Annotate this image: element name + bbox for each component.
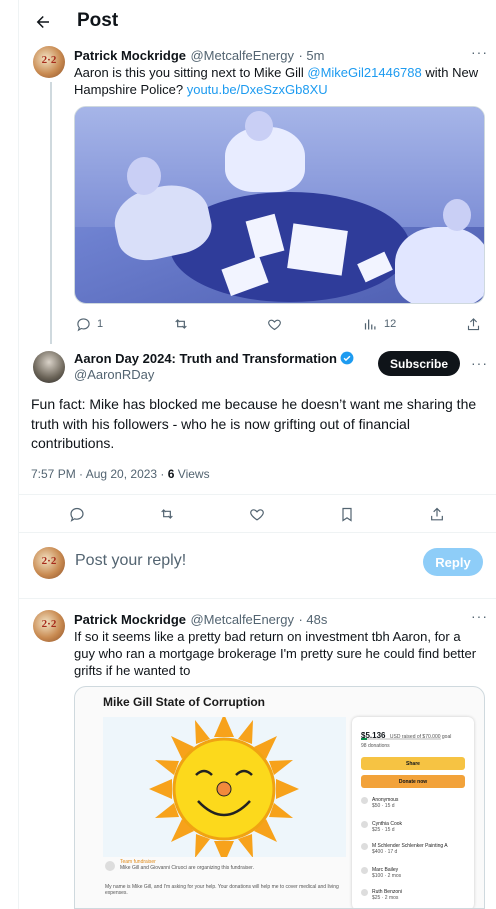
- more-options-icon[interactable]: ···: [471, 608, 488, 624]
- reply-action[interactable]: 1: [75, 316, 103, 332]
- tweet-image[interactable]: Mike Gill State of Corruption Team fundr…: [74, 686, 485, 909]
- author-handle[interactable]: @AaronRDay: [74, 367, 154, 382]
- donor-row: Cynthia Cook $25 · 15 d: [361, 821, 402, 833]
- views-label: Views: [174, 467, 210, 481]
- share-action[interactable]: [465, 316, 481, 332]
- repost-action[interactable]: [173, 316, 189, 332]
- reply-icon: [69, 506, 85, 522]
- thread-line: [50, 82, 52, 344]
- organizer-block: Team fundraiser Mike Gill and Giovanni C…: [105, 859, 343, 896]
- avatar: 2·2: [33, 547, 65, 579]
- more-options-icon[interactable]: ···: [471, 44, 488, 60]
- tweet-header: Patrick Mockridge @MetcalfeEnergy · 5m: [74, 47, 324, 65]
- repost-icon: [159, 506, 175, 522]
- donation-card: $5,136 USD raised of $70,000 goal 98 don…: [352, 717, 474, 908]
- author-name-row: Aaron Day 2024: Truth and Transformation: [74, 350, 354, 368]
- tweet-image[interactable]: [74, 106, 485, 304]
- share-action[interactable]: [429, 506, 445, 522]
- share-fundraiser-button[interactable]: Share: [361, 757, 465, 770]
- tweet-text: Aaron is this you sitting next to Mike G…: [74, 65, 479, 97]
- heart-icon: [249, 506, 265, 522]
- views-count: 12: [384, 318, 397, 330]
- donor-row: Anonymous $50 · 15 d: [361, 797, 398, 809]
- repost-icon: [173, 316, 189, 332]
- share-icon: [465, 316, 481, 332]
- verified-badge-icon[interactable]: [340, 351, 354, 365]
- progress-fill: [361, 738, 368, 740]
- post-timestamp[interactable]: 7:57 PM · Aug 20, 2023 ·: [31, 467, 168, 481]
- avatar[interactable]: 2·2: [33, 610, 65, 642]
- share-icon: [429, 506, 445, 522]
- progress-bar: [361, 738, 441, 740]
- divider: [19, 532, 496, 533]
- post-time[interactable]: · 48s: [298, 612, 327, 627]
- heart-icon: [266, 316, 282, 332]
- page-title: Post: [77, 10, 119, 31]
- fundraiser-title: Mike Gill State of Corruption: [103, 695, 266, 709]
- image-person-head: [245, 111, 273, 141]
- post-text: Fun fact: Mike has blocked me because he…: [31, 396, 477, 451]
- tweet-header: Patrick Mockridge @MetcalfeEnergy · 48s: [74, 611, 327, 629]
- reply-action[interactable]: [69, 506, 85, 522]
- bookmark-icon: [339, 506, 355, 522]
- post-time[interactable]: · 5m: [298, 48, 324, 63]
- organizer-avatar: [105, 861, 115, 871]
- page-header: Post: [19, 0, 496, 44]
- image-person-head: [443, 199, 471, 231]
- donate-button[interactable]: Donate now: [361, 775, 465, 788]
- reply-button[interactable]: Reply: [423, 548, 483, 576]
- reply-icon: [75, 316, 91, 332]
- author-handle[interactable]: @MetcalfeEnergy: [190, 48, 294, 63]
- avatar[interactable]: 2·2: [33, 46, 65, 78]
- divider: [19, 494, 496, 495]
- tweet-text: If so it seems like a pretty bad return …: [74, 629, 477, 678]
- repost-action[interactable]: [159, 506, 175, 522]
- donor-row: Ruth Benzoni $25 · 2 mos: [361, 889, 402, 901]
- reply-count: 1: [97, 318, 104, 330]
- like-action[interactable]: [266, 316, 282, 332]
- subscribe-button[interactable]: Subscribe: [378, 351, 460, 376]
- donor-row: M Schlender Schlenker Painting A $400 · 1…: [361, 843, 448, 855]
- reply-input[interactable]: Post your reply!: [75, 552, 186, 570]
- sun-illustration: [103, 714, 346, 864]
- back-arrow-icon[interactable]: [31, 10, 55, 34]
- donation-count: 98 donations: [361, 743, 390, 749]
- organizer-text: Mike Gill and Giovanni Ciruoci are organ…: [120, 865, 254, 871]
- donor-row: Marc Bailey $100 · 2 mos: [361, 867, 401, 879]
- like-action[interactable]: [249, 506, 265, 522]
- youtube-link[interactable]: youtu.be/DxeSzxGb8XU: [187, 82, 328, 97]
- author-handle[interactable]: @MetcalfeEnergy: [190, 612, 294, 627]
- more-options-icon[interactable]: ···: [471, 355, 488, 371]
- divider: [19, 598, 496, 599]
- author-name[interactable]: Patrick Mockridge: [74, 48, 186, 63]
- mention-link[interactable]: @MikeGil21446788: [307, 65, 421, 80]
- avatar[interactable]: [33, 351, 65, 383]
- bookmark-action[interactable]: [339, 506, 355, 522]
- author-name[interactable]: Patrick Mockridge: [74, 612, 186, 627]
- fundraiser-description: My name is Mike Gill, and I'm asking for…: [105, 884, 339, 896]
- timeline-column: Post 2·2 Patrick Mockridge @MetcalfeEner…: [18, 0, 496, 909]
- author-name[interactable]: Aaron Day 2024: Truth and Transformation: [74, 351, 337, 366]
- image-paper: [287, 223, 348, 276]
- views-action[interactable]: 12: [362, 316, 396, 332]
- image-person: [395, 227, 484, 303]
- image-person-head: [127, 157, 161, 195]
- post-meta: 7:57 PM · Aug 20, 2023 · 6 Views: [31, 467, 210, 481]
- analytics-icon: [362, 316, 378, 332]
